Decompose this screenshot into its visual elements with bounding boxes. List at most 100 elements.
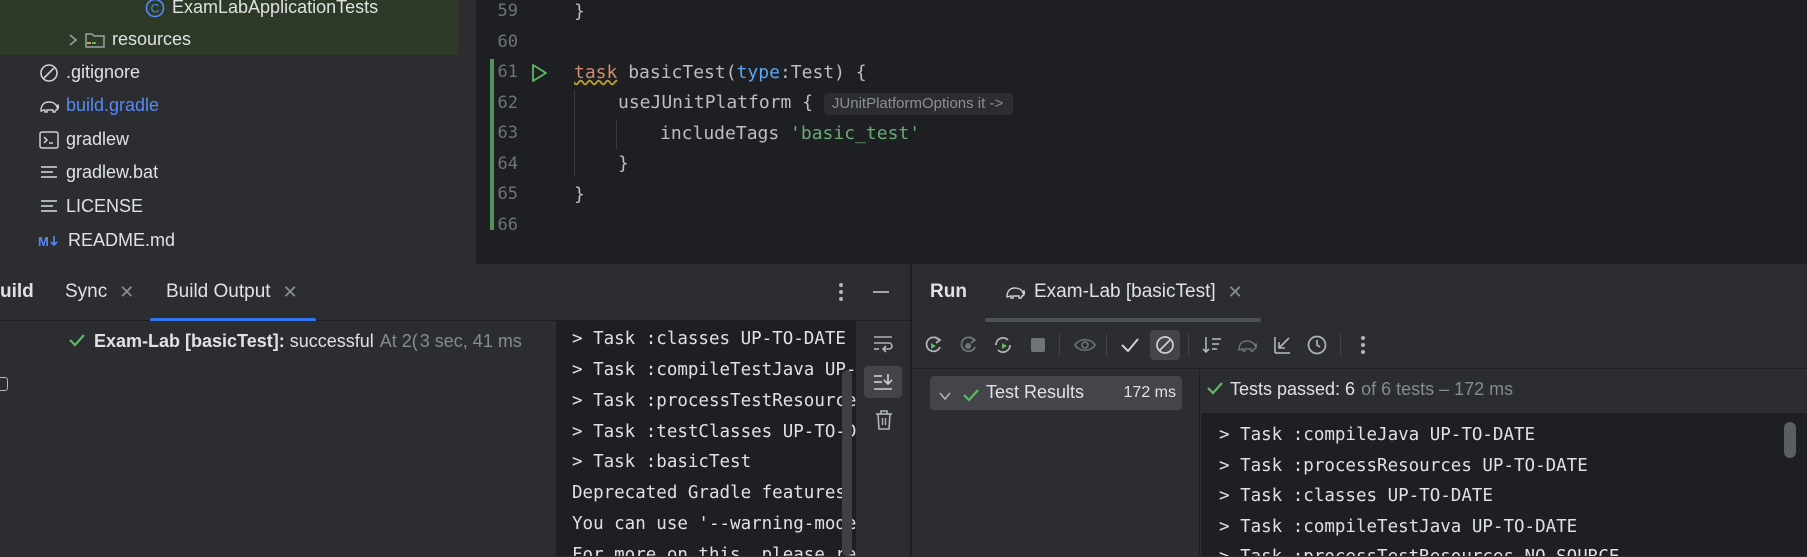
tab-build-output[interactable]: Build Output ✕ <box>166 264 298 320</box>
tree-item-gitignore[interactable]: .gitignore <box>38 56 140 89</box>
build-result-status: successful <box>289 331 374 351</box>
tree-item-label: README.md <box>68 230 176 250</box>
check-icon[interactable] <box>1115 330 1145 360</box>
build-result-row[interactable]: Exam-Lab [basicTest]: successful At 2( 3… <box>68 331 522 352</box>
console-line: Deprecated Gradle features were used <box>572 483 846 503</box>
tree-item-build-gradle[interactable]: build.gradle <box>38 89 159 122</box>
console-toolbar <box>858 321 910 556</box>
tree-item-readme[interactable]: M README.md <box>38 224 175 257</box>
minimize-icon[interactable] <box>872 264 890 320</box>
tab-run-config[interactable]: Exam-Lab [basicTest] ✕ <box>1004 264 1243 320</box>
code-text: :Test) { <box>779 62 867 83</box>
console-line: > Task :processTestResources NO-SOURCE <box>572 391 856 411</box>
soft-wrap-icon[interactable] <box>872 333 894 358</box>
toggle-auto-test-icon[interactable] <box>988 330 1018 360</box>
code-line-64: } <box>618 153 629 174</box>
line-number: 65 <box>497 184 518 204</box>
build-tab-bar: uild Sync ✕ Build Output ✕ <box>0 264 910 321</box>
test-results-time: 172 ms <box>1123 384 1176 401</box>
code-line-65: } <box>574 184 585 205</box>
tree-item-label: .gitignore <box>66 62 141 82</box>
build-console[interactable]: > Task :classes UP-TO-DATE > Task :compi… <box>556 321 856 556</box>
ignore-file-icon <box>38 62 60 84</box>
svg-text:M: M <box>38 234 49 249</box>
sort-icon[interactable] <box>1197 330 1227 360</box>
console-line: > Task :compileJava UP-TO-DATE <box>1219 425 1536 445</box>
code-text: includeTags <box>660 123 791 144</box>
close-icon[interactable]: ✕ <box>119 282 134 303</box>
chevron-down-icon[interactable] <box>938 385 952 406</box>
scrollbar[interactable] <box>1784 422 1796 458</box>
console-line: > Task :compileTestJava UP-TO-DATE <box>1219 517 1578 537</box>
console-line: > Task :classes UP-TO-DATE <box>1219 486 1493 506</box>
import-tests-icon[interactable] <box>1267 330 1297 360</box>
tree-item-label: LICENSE <box>66 196 144 216</box>
code-string: 'basic_test' <box>790 123 921 144</box>
scrollbar[interactable] <box>842 370 852 556</box>
test-results-root[interactable]: Test Results 172 ms <box>930 376 1182 410</box>
inlay-hint: JUnitPlatformOptions it -> <box>823 93 1014 115</box>
close-icon[interactable]: ✕ <box>283 282 298 303</box>
more-options-icon[interactable] <box>1348 330 1378 360</box>
build-result-title: Exam-Lab [basicTest]: <box>94 331 285 351</box>
console-line: For more on this, please refer <box>572 545 856 556</box>
tree-item-examlabapplicationtests[interactable]: C ExamLabApplicationTests <box>144 0 378 24</box>
markdown-icon: M <box>38 230 62 252</box>
code-text: useJUnitPlatform { <box>618 92 814 113</box>
line-number: 64 <box>497 154 518 174</box>
show-ignored-icon[interactable] <box>1150 330 1180 360</box>
gradle-elephant-icon[interactable] <box>1232 330 1262 360</box>
editor-gutter: 59 60 61 62 63 64 65 66 <box>476 0 556 230</box>
console-line: > Task :classes UP-TO-DATE <box>572 329 846 349</box>
console-line: > Task :compileTestJava UP-TO-DATE <box>572 360 856 380</box>
run-gutter-icon[interactable] <box>530 63 548 88</box>
run-console[interactable]: > Task :compileJava UP-TO-DATE > Task :p… <box>1200 413 1807 556</box>
class-icon: C <box>144 0 166 19</box>
line-number: 62 <box>497 93 518 113</box>
check-icon <box>68 331 94 352</box>
text-file-icon <box>38 196 60 218</box>
toolbar-separator <box>1188 334 1189 356</box>
run-toolbar <box>912 322 1807 369</box>
tests-passed-label: Tests passed: 6 <box>1230 379 1356 399</box>
tree-item-resources[interactable]: resources <box>64 23 191 56</box>
line-number: 63 <box>497 123 518 143</box>
svg-text:C: C <box>151 1 160 15</box>
tab-sync[interactable]: Sync ✕ <box>65 264 134 320</box>
line-number: 59 <box>497 1 518 21</box>
trash-icon[interactable] <box>874 409 894 436</box>
run-tool-title: Run <box>930 281 967 302</box>
tab-label: Exam-Lab [basicTest] <box>1034 281 1216 302</box>
filter-icon[interactable] <box>0 377 8 391</box>
check-icon <box>1206 379 1230 400</box>
tree-item-label: resources <box>112 29 192 49</box>
tree-item-gradlew[interactable]: gradlew <box>38 123 129 156</box>
more-options-icon[interactable] <box>838 264 844 320</box>
tree-item-license[interactable]: LICENSE <box>38 190 143 223</box>
chevron-right-icon[interactable] <box>64 29 82 51</box>
indent-guide <box>574 90 575 176</box>
gradle-elephant-icon <box>38 95 60 117</box>
run-tab-bar: Run Exam-Lab [basicTest] ✕ <box>912 264 1807 320</box>
history-icon[interactable] <box>1302 330 1332 360</box>
code-line-59: } <box>574 1 585 22</box>
test-status-bar: Tests passed: 6 of 6 tests – 172 ms <box>1200 369 1807 413</box>
code-param: type <box>736 62 780 83</box>
stop-icon[interactable] <box>1023 330 1053 360</box>
terminal-icon <box>38 129 60 151</box>
scroll-to-end-icon[interactable] <box>864 366 902 398</box>
tree-item-label: gradlew <box>66 129 130 149</box>
rerun-failed-icon[interactable] <box>953 330 983 360</box>
close-icon[interactable]: ✕ <box>1228 282 1243 303</box>
code-editor[interactable]: 59 60 61 62 63 64 65 66 } task basicTest… <box>476 0 1807 230</box>
rerun-icon[interactable] <box>918 330 948 360</box>
build-side-toolbar <box>0 321 21 556</box>
tab-label: Build Output <box>166 281 271 302</box>
build-tool-title: uild <box>0 281 34 302</box>
build-result-tree: Exam-Lab [basicTest]: successful At 2( 3… <box>20 321 555 556</box>
keyword-task: task <box>574 62 618 83</box>
show-passed-icon[interactable] <box>1070 330 1100 360</box>
console-line: > Task :processTestResources NO-SOURCE <box>1219 547 1619 556</box>
tree-item-label: gradlew.bat <box>66 162 159 182</box>
tree-item-gradlew-bat[interactable]: gradlew.bat <box>38 156 158 189</box>
